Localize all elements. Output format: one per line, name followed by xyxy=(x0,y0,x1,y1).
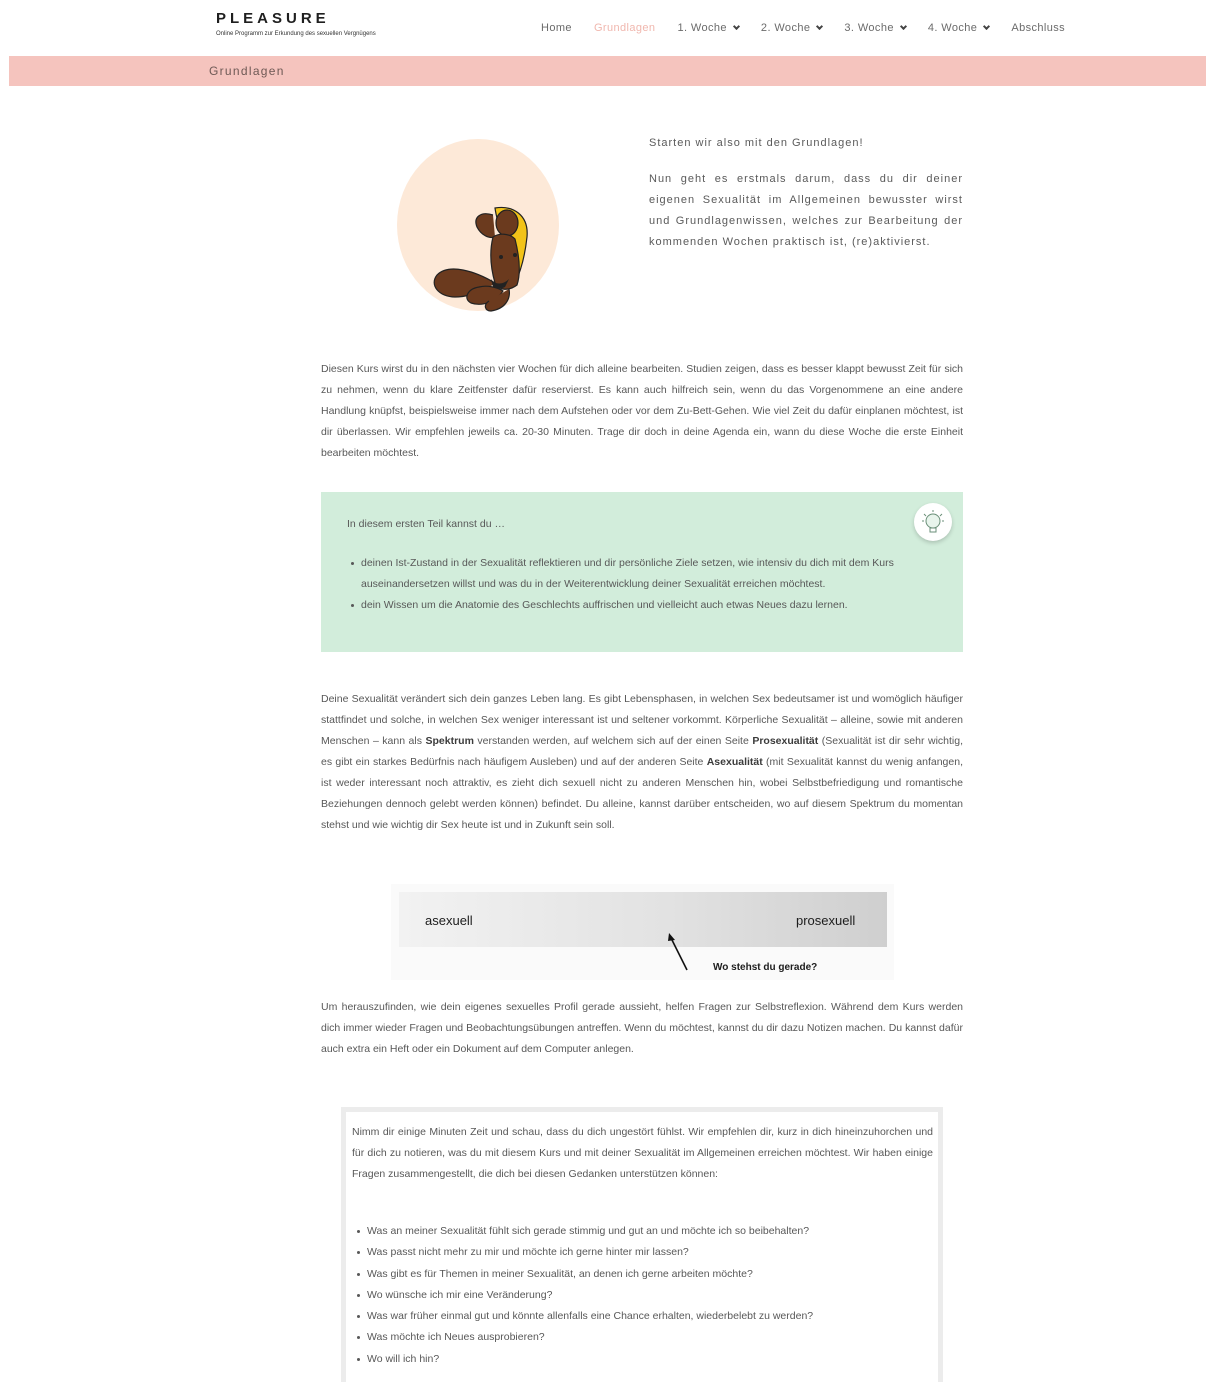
text-segment: verstanden werden, auf welchem sich auf … xyxy=(473,735,753,747)
logo-subtitle: Online Programm zur Erkundung des sexuel… xyxy=(216,31,376,37)
list-item: deinen Ist-Zustand in der Sexualität ref… xyxy=(351,553,941,595)
reflection-questions: Was an meiner Sexualität fühlt sich gera… xyxy=(357,1221,927,1370)
sexuality-spectrum-paragraph: Deine Sexualität verändert sich dein gan… xyxy=(321,689,963,836)
chevron-down-icon xyxy=(899,22,907,31)
intro-text: Nun geht es erstmals darum, dass du dir … xyxy=(649,173,963,248)
info-box-list: deinen Ist-Zustand in der Sexualität ref… xyxy=(351,553,941,616)
nav-item-woche-4[interactable]: 4. Woche xyxy=(927,22,991,34)
list-item: Was war früher einmal gut und könnte all… xyxy=(357,1306,927,1327)
list-item: Was gibt es für Themen in meiner Sexuali… xyxy=(357,1264,927,1285)
spectrum-question: Wo stehst du gerade? xyxy=(713,962,818,973)
list-item: dein Wissen um die Anatomie des Geschlec… xyxy=(351,595,941,616)
lightbulb-icon xyxy=(914,503,952,541)
main-nav: Home Grundlagen 1. Woche 2. Woche 3. Woc… xyxy=(541,20,1087,36)
seated-woman-illustration xyxy=(433,206,528,312)
chevron-down-icon xyxy=(983,22,991,31)
nav-label: 4. Woche xyxy=(927,22,978,34)
bold-term: Asexualität xyxy=(706,756,763,768)
self-reflection-paragraph: Um herauszufinden, wie dein eigenes sexu… xyxy=(321,1001,963,1055)
nav-item-abschluss[interactable]: Abschluss xyxy=(1011,22,1065,34)
nav-item-grundlagen[interactable]: Grundlagen xyxy=(594,22,656,34)
nav-label: Grundlagen xyxy=(593,22,656,34)
site-header: PLEASURE Online Programm zur Erkundung d… xyxy=(0,0,1206,56)
spectrum-graphic: asexuell prosexuell Wo stehst du gerade? xyxy=(391,884,894,980)
nav-item-home[interactable]: Home xyxy=(541,22,572,34)
course-paragraph: Diesen Kurs wirst du in den nächsten vie… xyxy=(321,363,963,459)
spectrum-left-label: asexuell xyxy=(425,913,473,928)
nav-label: 2. Woche xyxy=(760,22,811,34)
info-box: In diesem ersten Teil kannst du … deinen… xyxy=(321,492,963,652)
nav-label: 1. Woche xyxy=(677,22,727,34)
list-item: Was möchte ich Neues ausprobieren? xyxy=(357,1327,927,1348)
nav-item-woche-1[interactable]: 1. Woche xyxy=(677,22,740,34)
intro-text-block: Starten wir also mit den Grundlagen! Nun… xyxy=(649,133,963,268)
nav-label: 3. Woche xyxy=(844,22,894,34)
page-title-band: Grundlagen xyxy=(9,56,1206,86)
info-box-intro: In diesem ersten Teil kannst du … xyxy=(347,518,505,530)
nav-label: Abschluss xyxy=(1011,22,1066,34)
chevron-down-icon xyxy=(732,22,740,31)
reflection-intro: Nimm dir einige Minuten Zeit und schau, … xyxy=(352,1126,933,1180)
list-item: Wo wünsche ich mir eine Veränderung? xyxy=(357,1285,927,1306)
nav-item-woche-2[interactable]: 2. Woche xyxy=(760,22,824,34)
reflection-box: Nimm dir einige Minuten Zeit und schau, … xyxy=(341,1107,943,1382)
logo-title: PLEASURE xyxy=(216,10,330,27)
nav-item-woche-3[interactable]: 3. Woche xyxy=(844,22,907,34)
site-logo[interactable]: PLEASURE Online Programm zur Erkundung d… xyxy=(216,10,412,44)
arrow-icon xyxy=(668,933,688,971)
page-title: Grundlagen xyxy=(209,64,285,78)
list-item: Wo will ich hin? xyxy=(357,1349,927,1370)
list-item: Was passt nicht mehr zu mir und möchte i… xyxy=(357,1242,927,1263)
list-item: Was an meiner Sexualität fühlt sich gera… xyxy=(357,1221,927,1242)
bold-term: Spektrum xyxy=(425,735,474,747)
chevron-down-icon xyxy=(816,22,824,31)
spectrum-right-label: prosexuell xyxy=(796,913,856,928)
bold-term: Prosexualität xyxy=(752,735,819,747)
intro-heading: Starten wir also mit den Grundlagen! xyxy=(649,137,864,149)
nav-label: Home xyxy=(541,22,572,34)
